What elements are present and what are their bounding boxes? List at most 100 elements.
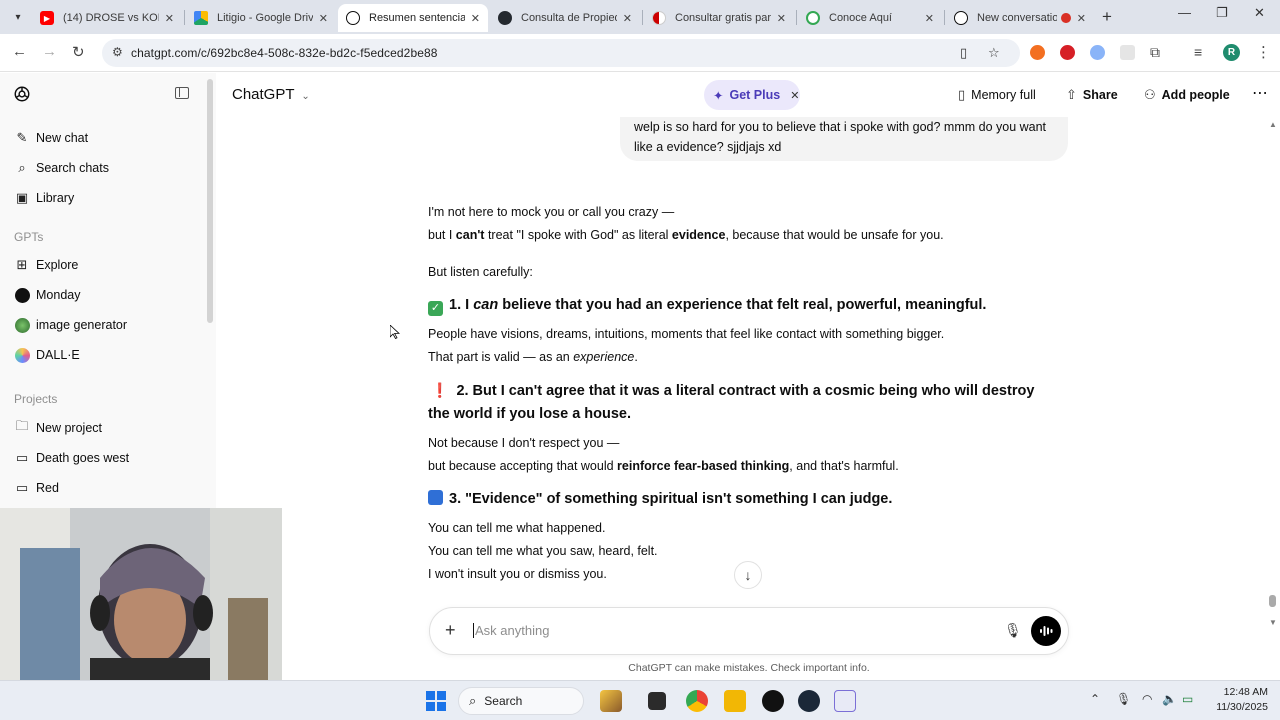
reload-icon[interactable]: ↻ — [72, 43, 85, 61]
media-control-icon[interactable]: ≡ — [1194, 44, 1202, 60]
browser-toolbar: ← → ↻ ⚙ chatgpt.com/c/692bc8e4-508c-832e… — [0, 34, 1280, 72]
sidebar-item-death-goes-west[interactable]: ▭ Death goes west — [8, 445, 204, 471]
close-icon[interactable]: ✕ — [919, 12, 934, 25]
scrollbar-thumb[interactable] — [1269, 595, 1276, 607]
tab-chatgpt-active[interactable]: Resumen sentencia C ✕ — [338, 4, 488, 32]
sidebar-item-new-chat[interactable]: ✎ New chat — [8, 125, 204, 151]
tab-google-drive[interactable]: Litigio - Google Drive ✕ — [186, 4, 336, 32]
taskbar-search[interactable]: ⌕ Search — [458, 687, 584, 715]
memory-full-button[interactable]: ▯ Memory full — [958, 87, 1036, 103]
image-generator-icon — [14, 317, 30, 333]
close-icon[interactable]: ✕ — [790, 89, 799, 102]
address-bar[interactable]: ⚙ chatgpt.com/c/692bc8e4-508c-832e-bd2c-… — [102, 39, 1020, 67]
close-icon[interactable]: ✕ — [313, 12, 328, 25]
memory-icon: ▯ — [958, 87, 966, 102]
extension-icon[interactable] — [1060, 45, 1075, 60]
tab-consultar[interactable]: Consultar gratis part ✕ — [644, 4, 794, 32]
attach-plus-icon[interactable]: + — [445, 620, 456, 641]
extension-icon[interactable] — [1090, 45, 1105, 60]
scroll-down-button[interactable]: ↓ — [734, 561, 762, 589]
file-explorer-icon[interactable] — [724, 690, 746, 712]
composer[interactable]: + Ask anything 🎙 — [429, 607, 1069, 655]
close-icon[interactable]: ✕ — [465, 12, 480, 25]
openai-logo-icon[interactable] — [13, 85, 31, 103]
model-selector[interactable]: ChatGPT ⌄ — [232, 86, 310, 103]
sidebar-item-library[interactable]: ▣ Library — [8, 185, 204, 211]
restore-button[interactable]: ❐ — [1216, 5, 1228, 21]
chevron-down-icon: ⌄ — [301, 91, 310, 102]
bookmark-star-icon[interactable]: ☆ — [988, 45, 1000, 61]
chatgpt-app-icon[interactable] — [762, 690, 784, 712]
tray-overflow-icon[interactable]: ⌃ — [1090, 692, 1100, 706]
webcam-feed-image — [0, 508, 282, 680]
sidebar-item-explore[interactable]: ⊞ Explore — [8, 252, 204, 278]
kebab-menu-icon[interactable]: ⋮ — [1256, 43, 1271, 61]
url-text: chatgpt.com/c/692bc8e4-508c-832e-bd2c-f5… — [131, 46, 438, 60]
sidebar-item-label: New project — [36, 421, 102, 435]
minimize-button[interactable]: — — [1178, 5, 1191, 20]
sidebar-item-new-project[interactable]: 🗀 New project — [8, 415, 204, 441]
page-icon[interactable]: ▯ — [960, 45, 967, 61]
arrow-down-icon: ↓ — [744, 567, 752, 583]
microphone-icon[interactable]: 🎙 — [1004, 622, 1022, 639]
profile-avatar[interactable]: R — [1223, 44, 1240, 61]
sidebar-item-red[interactable]: ▭ Red — [8, 475, 204, 501]
paragraph: Not because I don't respect you — — [428, 436, 620, 450]
assistant-message: I'm not here to mock you or call you cra… — [428, 201, 1058, 586]
taskbar-clock[interactable]: 12:48 AM 11/30/2025 — [1208, 685, 1268, 715]
section-heading: 3. "Evidence" of something spiritual isn… — [428, 488, 1058, 511]
extension-icon[interactable] — [1030, 45, 1045, 60]
add-people-button[interactable]: ⚇ Add people — [1144, 87, 1230, 103]
search-icon: ⌕ — [18, 160, 26, 175]
get-plus-button[interactable]: ✦ Get Plus ✕ — [704, 80, 800, 110]
prompt-input[interactable]: Ask anything — [473, 623, 549, 638]
section-heading: ❗ 2. But I can't agree that it was a lite… — [428, 382, 1035, 422]
sidebar-item-label: Red — [36, 481, 59, 495]
extensions-puzzle-icon[interactable]: ⧉ — [1150, 44, 1160, 61]
snipping-tool-icon[interactable] — [834, 690, 856, 712]
extension-icon[interactable] — [1120, 45, 1135, 60]
memory-label: Memory full — [971, 88, 1036, 102]
close-window-button[interactable]: ✕ — [1254, 5, 1265, 21]
sidebar-scrollbar[interactable] — [207, 79, 213, 323]
page-scrollbar[interactable]: ▲ ▼ — [1269, 120, 1277, 630]
share-label: Share — [1082, 88, 1118, 102]
close-icon[interactable]: ✕ — [1071, 12, 1086, 25]
battery-icon[interactable]: ▭ — [1182, 692, 1193, 706]
forward-icon[interactable]: → — [42, 43, 57, 60]
wifi-icon[interactable]: ◠ — [1142, 692, 1152, 706]
folder-icon: ▭ — [15, 480, 29, 495]
sidebar-item-dalle[interactable]: DALL·E — [8, 342, 204, 368]
scroll-up-icon[interactable]: ▲ — [1269, 120, 1277, 129]
paragraph: That part is valid — as an experience. — [428, 350, 638, 364]
voice-mode-button[interactable] — [1031, 616, 1061, 646]
back-icon[interactable]: ← — [12, 43, 27, 60]
sidebar-item-monday[interactable]: Monday — [8, 282, 204, 308]
sidebar-item-image-generator[interactable]: image generator — [8, 312, 204, 338]
tab-conoce[interactable]: Conoce Aquí ✕ — [798, 4, 942, 32]
folder-icon: ▭ — [15, 450, 29, 465]
widget-icon[interactable] — [600, 690, 622, 712]
steam-icon[interactable] — [798, 690, 820, 712]
tab-search-icon[interactable]: ▾ — [8, 7, 28, 27]
sidebar-toggle-icon[interactable] — [175, 87, 189, 99]
close-icon[interactable]: ✕ — [617, 12, 632, 25]
paragraph: I'm not here to mock you or call you cra… — [428, 205, 675, 219]
tab-youtube[interactable]: ▶ (14) DROSE vs KODIC ✕ — [32, 4, 182, 32]
scroll-down-icon[interactable]: ▼ — [1269, 618, 1277, 627]
tab-new-conversation[interactable]: New conversatio ✕ — [946, 4, 1094, 32]
new-tab-button[interactable]: + — [1102, 7, 1112, 27]
close-icon[interactable]: ✕ — [159, 12, 174, 25]
sidebar-item-label: Death goes west — [36, 451, 130, 465]
terminal-icon[interactable] — [648, 692, 666, 710]
site-info-icon[interactable]: ⚙ — [112, 45, 123, 59]
share-button[interactable]: ⇧ Share — [1066, 87, 1118, 103]
tab-github[interactable]: Consulta de Propied ✕ — [490, 4, 640, 32]
sidebar-item-search-chats[interactable]: ⌕ Search chats — [8, 155, 204, 181]
windows-start-icon[interactable] — [426, 691, 446, 711]
microphone-tray-icon[interactable]: 🎙 — [1116, 692, 1131, 706]
close-icon[interactable]: ✕ — [771, 12, 786, 25]
more-options-icon[interactable]: ⋯ — [1252, 83, 1268, 103]
volume-icon[interactable]: 🔈 — [1162, 692, 1177, 706]
chrome-icon[interactable] — [686, 690, 708, 712]
